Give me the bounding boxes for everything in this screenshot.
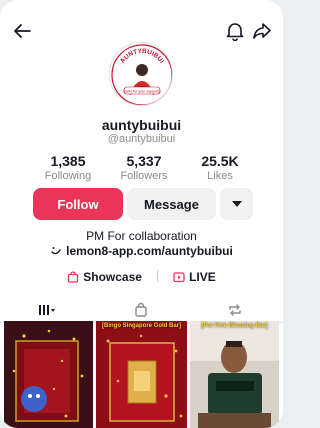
message-button[interactable]: Message [127,188,216,220]
bio-link[interactable]: lemon8-app.com/auntybuibui [0,244,283,258]
stat-likes-label: Likes [207,170,233,182]
video-thumbnail[interactable]: [Bingo Singapore Gold Bar] [96,321,187,428]
stats-row: 1,385 Following 5,337 Followers 25.5K Li… [30,153,260,183]
bio-text: PM For collaboration [86,229,197,243]
live-icon [173,271,185,283]
stat-following-label: Following [44,170,92,182]
stat-followers-label: Followers [120,170,168,182]
username: auntybuibui [101,117,182,133]
showcase-button[interactable]: Showcase [67,268,142,286]
follow-button[interactable]: Follow [33,188,123,220]
video-thumbnail[interactable] [4,321,93,428]
extras-divider: | [155,268,160,282]
stat-followers[interactable]: 5,337 Followers [106,153,182,183]
avatar-caption: (hello for your support!) [123,90,160,94]
avatar[interactable]: AUNTYBUIBUI (hello for your support!) [109,42,173,106]
grid-icon [39,305,55,315]
action-buttons: Follow Message [33,188,253,220]
repost-icon [229,304,241,316]
bell-icon[interactable] [222,18,248,44]
profile-card: AUNTYBUIBUI (hello for your support!) au… [0,0,283,428]
link-icon [50,245,62,257]
stat-likes-value: 25.5K [201,153,239,169]
stat-following[interactable]: 1,385 Following [30,153,106,183]
handle: @auntybuibui [107,133,176,145]
stat-following-value: 1,385 [50,153,86,169]
tab-shop[interactable] [94,297,188,323]
shopping-bag-icon [67,271,79,283]
more-options-button[interactable] [220,188,253,220]
live-button[interactable]: LIVE [173,268,216,286]
back-arrow-icon[interactable] [10,18,36,44]
stat-followers-value: 5,337 [126,153,162,169]
live-label: LIVE [189,270,216,284]
stat-likes[interactable]: 25.5K Likes [182,153,258,183]
bio-link-text: lemon8-app.com/auntybuibui [66,244,233,258]
video-grid: [Bingo Singapore Gold Bar] [For Fine Ble… [4,321,279,428]
profile-extras: Showcase | LIVE [0,268,283,286]
showcase-label: Showcase [83,270,142,284]
video-caption: [Bingo Singapore Gold Bar] [102,323,181,329]
bag-lock-icon [135,302,147,317]
tab-videos[interactable] [0,297,94,324]
video-caption: [For Fine Blessing Bar] [201,323,268,329]
video-thumbnail[interactable]: [For Fine Blessing Bar] [190,321,279,428]
caret-down-icon [231,201,242,207]
content-tabs [0,297,283,324]
share-icon[interactable] [249,18,275,44]
tab-reposts[interactable] [188,297,282,323]
